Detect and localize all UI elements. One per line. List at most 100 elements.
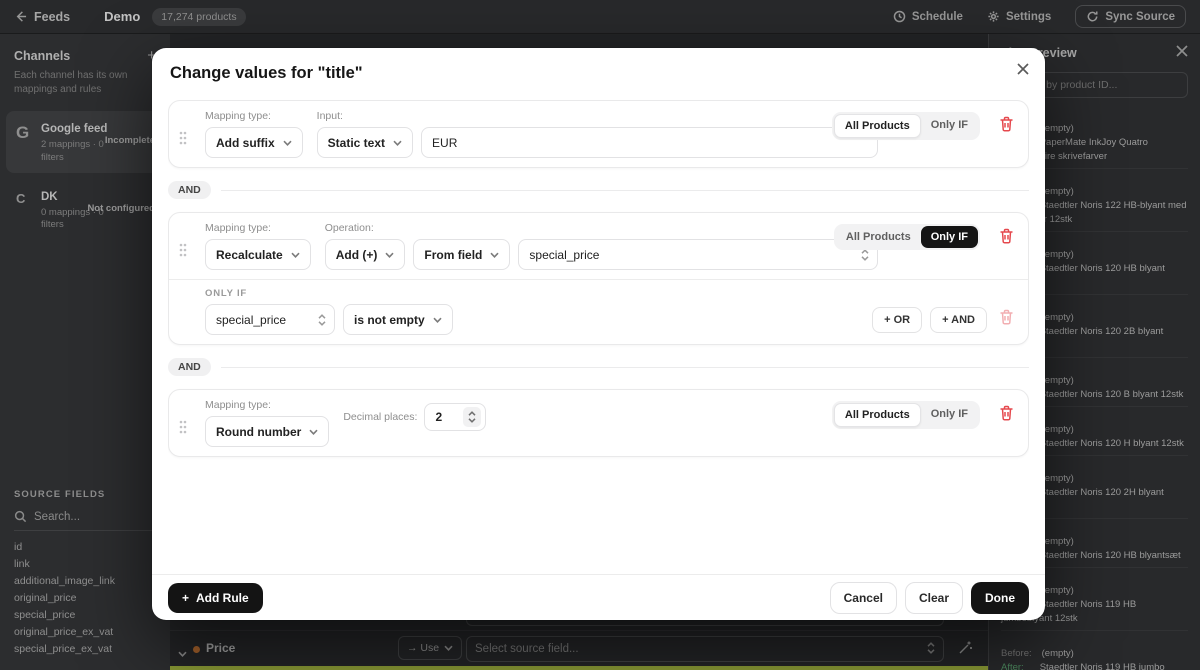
operation-value: Add (+) [336, 248, 378, 262]
operand-source-select[interactable]: From field [413, 239, 510, 270]
source-field-item[interactable]: special_price_ex_vat [14, 641, 156, 658]
settings-button[interactable]: Settings [987, 10, 1051, 23]
done-button[interactable]: Done [971, 582, 1029, 614]
product-id [1001, 634, 1188, 647]
schedule-button[interactable]: Schedule [893, 10, 963, 23]
source-field-item[interactable]: original_price_ex_vat [14, 624, 156, 641]
close-preview-icon[interactable] [1176, 44, 1188, 62]
drag-handle-icon[interactable] [179, 408, 191, 439]
suffix-value-input[interactable]: EUR [421, 127, 878, 158]
chevron-down-icon [309, 429, 318, 435]
back-to-feeds[interactable]: Feeds [14, 10, 70, 24]
and-pill: AND [168, 181, 211, 199]
source-field-item[interactable]: additional_image_link [14, 573, 156, 590]
after-label: After: [1001, 662, 1024, 670]
scope-only-if[interactable]: Only IF [921, 114, 978, 138]
stepper-icon [318, 314, 326, 326]
before-value: (empty) [1042, 473, 1074, 484]
drag-handle-icon[interactable] [179, 231, 191, 262]
delete-rule-icon[interactable] [999, 405, 1014, 426]
price-use-select[interactable]: → Use [398, 636, 462, 660]
channel-meta: 2 mappings · 0 filters [41, 139, 113, 165]
add-rule-button[interactable]: + Add Rule [168, 583, 263, 613]
decimal-places-input[interactable]: 2 [424, 403, 486, 431]
before-value: (empty) [1042, 585, 1074, 596]
condition-operator-value: is not empty [354, 313, 425, 327]
source-fields-search[interactable]: Search... [14, 510, 156, 531]
mapping-type-value: Recalculate [216, 248, 283, 262]
source-field-item[interactable]: special_price [14, 607, 156, 624]
number-stepper[interactable] [463, 407, 481, 427]
expand-chevron-icon[interactable] [178, 644, 187, 662]
scope-all-products[interactable]: All Products [834, 403, 921, 427]
scope-only-if[interactable]: Only IF [921, 403, 978, 427]
operand-field-value: special_price [529, 248, 599, 262]
after-value: Staedtler Noris 120 HB blyantsæt [1040, 550, 1181, 561]
before-label: Before: [1001, 648, 1032, 659]
scope-only-if[interactable]: Only IF [921, 226, 978, 248]
source-field-item[interactable]: original_price [14, 590, 156, 607]
add-or-condition-button[interactable]: + OR [872, 307, 922, 333]
scope-all-products[interactable]: All Products [836, 226, 921, 248]
products-count-badge: 17,274 products [152, 8, 245, 26]
condition-field-combobox[interactable]: special_price [205, 304, 335, 335]
channel-status-badge: Incomplete [105, 135, 155, 146]
card-divider [169, 279, 1028, 280]
delete-rule-icon[interactable] [999, 228, 1014, 249]
scope-toggle[interactable]: All Products Only IF [834, 224, 980, 250]
suffix-value: EUR [432, 136, 457, 150]
operation-select[interactable]: Add (+) [325, 239, 406, 270]
channels-caption: Each channel has its own mappings and ru… [0, 63, 170, 97]
cancel-button[interactable]: Cancel [830, 582, 897, 614]
source-placeholder: Select source field... [475, 643, 579, 655]
input-label: Input: [317, 110, 878, 122]
before-value: (empty) [1042, 375, 1074, 386]
mapping-type-select[interactable]: Add suffix [205, 127, 303, 158]
input-type-select[interactable]: Static text [317, 127, 413, 158]
mapping-type-select[interactable]: Recalculate [205, 239, 311, 270]
decimal-places-label: Decimal places: [343, 411, 417, 423]
chevron-down-icon [393, 140, 402, 146]
delete-condition-icon[interactable] [999, 309, 1014, 330]
mapping-type-select[interactable]: Round number [205, 416, 329, 447]
close-modal-icon[interactable] [1017, 62, 1029, 80]
drag-handle-icon[interactable] [179, 119, 191, 150]
google-channel-icon: G [16, 119, 32, 165]
clear-button[interactable]: Clear [905, 582, 963, 614]
condition-operator-select[interactable]: is not empty [343, 304, 453, 335]
schedule-label: Schedule [912, 11, 963, 23]
app: Feeds Demo 17,274 products Schedule Sett… [0, 0, 1200, 670]
add-and-condition-button[interactable]: + AND [930, 307, 987, 333]
after-value: Staedtler Noris 120 H blyant 12stk [1040, 438, 1184, 449]
magic-wand-icon[interactable] [958, 640, 973, 660]
stepper-icon [927, 642, 935, 654]
channel-item-dk[interactable]: C DK 0 mappings · 0 filters Not configur… [6, 179, 164, 241]
preview-row[interactable]: Before:(empty) After:Staedtler Noris 119… [1001, 631, 1188, 670]
mapping-row-price: Price → Use Select source field... [170, 632, 988, 666]
separator-line [221, 367, 1029, 368]
price-status-dot [193, 646, 200, 653]
sync-source-button[interactable]: Sync Source [1075, 5, 1186, 28]
source-field-item[interactable]: id [14, 539, 156, 556]
channel-item-google-feed[interactable]: G Google feed 2 mappings · 0 filters Inc… [6, 111, 164, 173]
after-value: Staedtler Noris 120 B blyant 12stk [1040, 389, 1184, 400]
plus-icon: + [182, 591, 189, 605]
source-field-item[interactable]: link [14, 556, 156, 573]
rule-card-round-number: Mapping type: Round number Decimal place… [168, 389, 1029, 457]
and-pill: AND [168, 358, 211, 376]
after-value: Staedtler Noris 119 HB jumbo blyantsæt [1001, 662, 1165, 670]
price-source-combobox[interactable]: Select source field... [466, 636, 944, 662]
channel-name: DK [41, 191, 58, 203]
channel-name: Google feed [41, 123, 107, 135]
mapping-type-label: Mapping type: [205, 110, 303, 122]
chevron-down-icon [433, 317, 442, 323]
refresh-icon [1086, 10, 1099, 23]
delete-rule-icon[interactable] [999, 116, 1014, 137]
mapping-type-label: Mapping type: [205, 399, 329, 411]
scope-toggle[interactable]: All Products Only IF [832, 401, 980, 429]
scope-toggle[interactable]: All Products Only IF [832, 112, 980, 140]
operand-field-combobox[interactable]: special_price [518, 239, 878, 270]
scope-all-products[interactable]: All Products [834, 114, 921, 138]
bottom-highlight-strip [170, 666, 988, 670]
channel-status-badge: Not configured [87, 203, 155, 214]
